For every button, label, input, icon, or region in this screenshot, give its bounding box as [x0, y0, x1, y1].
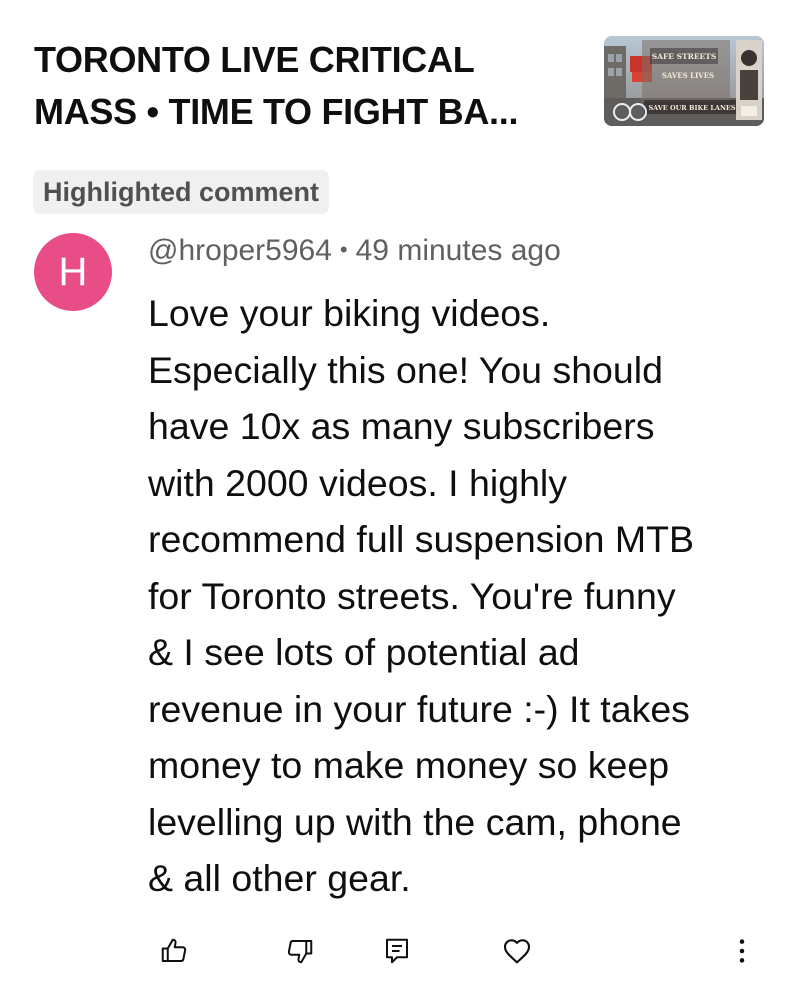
- video-title[interactable]: TORONTO LIVE CRITICAL MASS • TIME TO FIG…: [34, 34, 579, 138]
- thumbnail-text-2: SAVES LIVES: [662, 71, 714, 80]
- heart-icon: [503, 939, 531, 964]
- more-vertical-icon: [739, 939, 745, 963]
- dislike-button[interactable]: [282, 933, 318, 969]
- video-thumbnail[interactable]: SAFE STREETS SAVES LIVES SAVE OUR BIKE L…: [604, 36, 764, 126]
- thumb-down-icon: [287, 940, 313, 964]
- reply-button[interactable]: [379, 933, 415, 969]
- comment-meta: @hroper5964 • 49 minutes ago: [148, 228, 561, 273]
- reply-icon: [386, 938, 408, 964]
- comment-time: 49 minutes ago: [355, 234, 561, 267]
- heart-button[interactable]: [499, 933, 535, 969]
- like-button[interactable]: [156, 933, 192, 969]
- avatar[interactable]: H: [34, 233, 112, 311]
- more-options-button[interactable]: [724, 933, 760, 969]
- meta-separator: •: [339, 237, 348, 262]
- thumbnail-text-3: SAVE OUR BIKE LANES: [648, 104, 735, 112]
- comment-text: Love your biking videos. Especially this…: [148, 292, 695, 899]
- thumbnail-image: SAFE STREETS SAVES LIVES SAVE OUR BIKE L…: [604, 36, 764, 126]
- thumbnail-text-1: SAFE STREETS: [652, 52, 717, 61]
- video-header: TORONTO LIVE CRITICAL MASS • TIME TO FIG…: [34, 34, 764, 134]
- comment-author[interactable]: @hroper5964: [148, 234, 332, 267]
- thumb-up-icon: [161, 938, 187, 962]
- highlighted-comment-badge: Highlighted comment: [33, 170, 329, 214]
